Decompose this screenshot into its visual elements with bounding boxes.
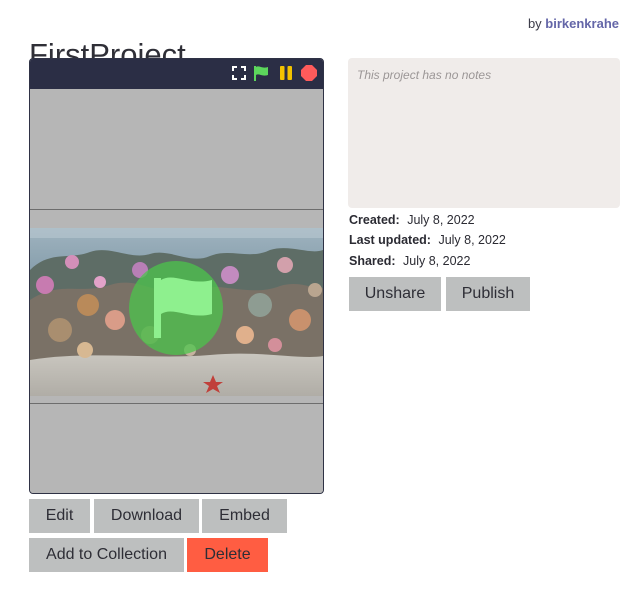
updated-row: Last updated: July 8, 2022 — [349, 233, 506, 247]
created-row: Created: July 8, 2022 — [349, 213, 475, 227]
project-player — [29, 58, 324, 494]
updated-value: July 8, 2022 — [438, 233, 506, 247]
green-flag-icon[interactable] — [253, 65, 269, 81]
author-prefix: by — [527, 16, 542, 31]
embed-button[interactable]: Embed — [202, 499, 287, 533]
stage-divider-bottom — [30, 403, 323, 404]
publish-button[interactable]: Publish — [446, 277, 530, 311]
created-value: July 8, 2022 — [407, 213, 475, 227]
delete-button[interactable]: Delete — [187, 538, 268, 572]
player-stage[interactable] — [30, 89, 323, 493]
player-toolbar — [30, 59, 323, 89]
author-link[interactable]: birkenkrahe — [545, 16, 619, 31]
download-button[interactable]: Download — [94, 499, 199, 533]
created-label: Created: — [349, 213, 400, 227]
start-flag-overlay-icon[interactable] — [129, 261, 223, 355]
aquarium-backdrop-image — [30, 210, 323, 403]
pause-icon[interactable] — [278, 65, 294, 81]
updated-label: Last updated: — [349, 233, 431, 247]
shared-value: July 8, 2022 — [403, 254, 471, 268]
shared-row: Shared: July 8, 2022 — [349, 254, 470, 268]
edit-button[interactable]: Edit — [29, 499, 90, 533]
fullscreen-icon[interactable] — [231, 65, 247, 81]
author-line: by birkenkrahe — [528, 16, 619, 31]
unshare-button[interactable]: Unshare — [349, 277, 441, 311]
shared-label: Shared: — [349, 254, 396, 268]
project-page: FirstProject by birkenkrahe Edit Downloa… — [0, 0, 643, 591]
project-notes[interactable]: This project has no notes — [348, 58, 620, 208]
stop-icon[interactable] — [301, 65, 317, 81]
add-to-collection-button[interactable]: Add to Collection — [29, 538, 184, 572]
